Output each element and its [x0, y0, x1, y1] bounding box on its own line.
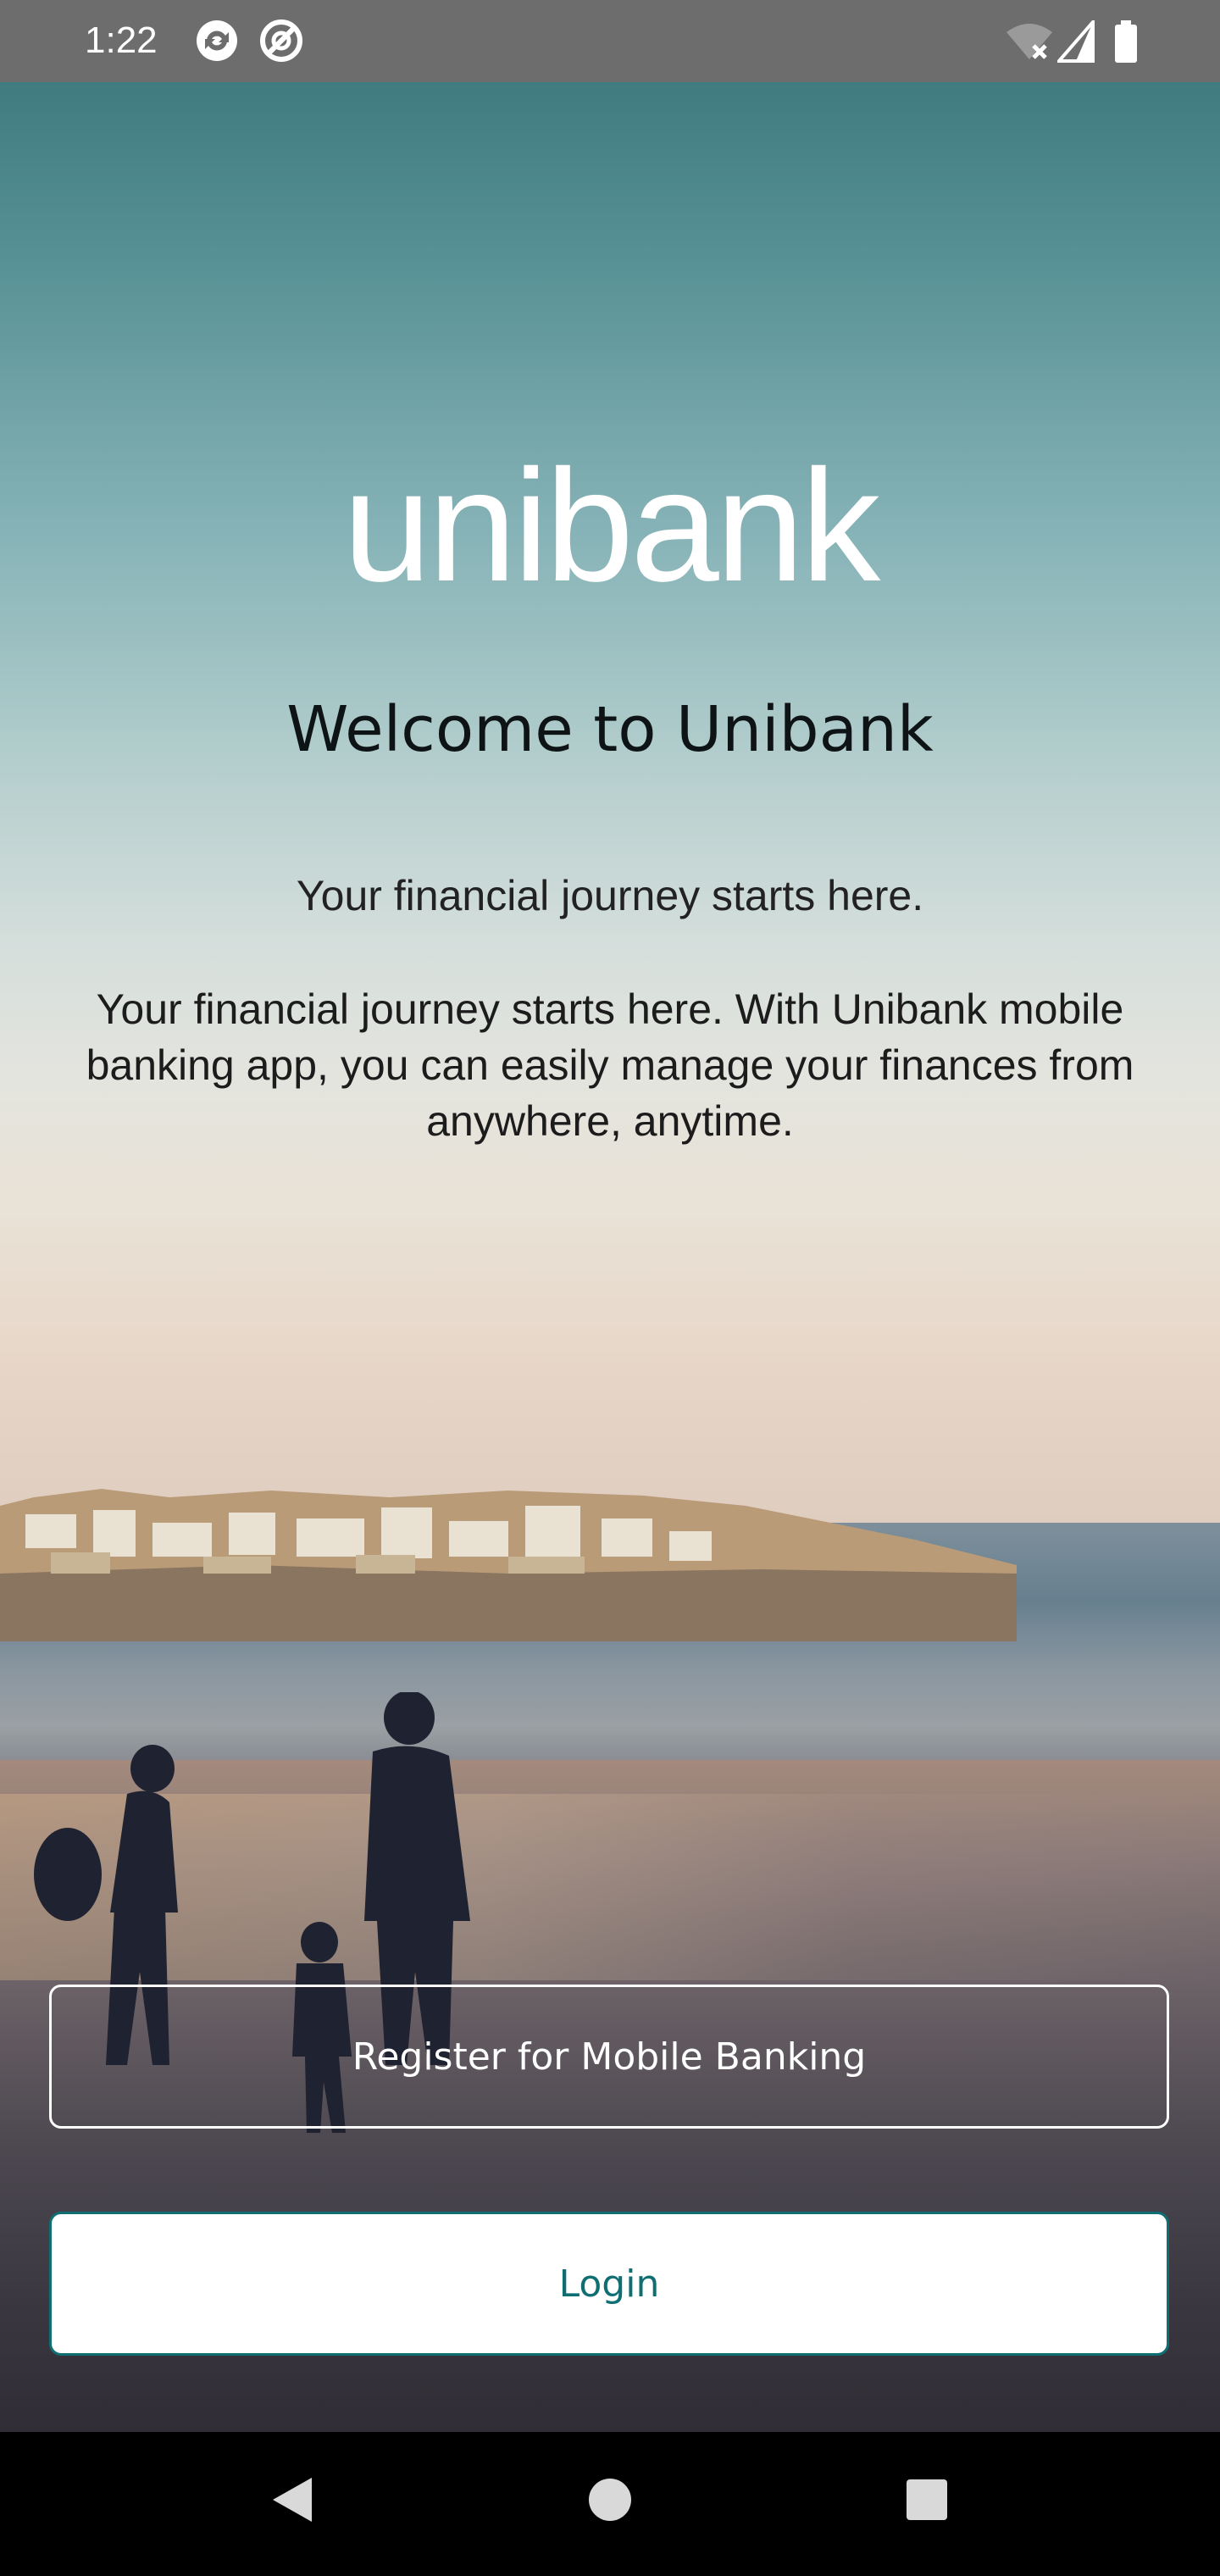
sync-icon	[197, 20, 237, 61]
wifi-off-icon	[1006, 24, 1052, 59]
battery-icon	[1115, 20, 1137, 63]
family-silhouette-image	[34, 1692, 470, 2133]
register-button[interactable]: Register for Mobile Banking	[49, 1985, 1169, 2129]
signal-icon	[1057, 20, 1095, 63]
welcome-title: Welcome to Unibank	[286, 693, 934, 766]
login-button-label: Login	[558, 2262, 660, 2306]
status-time: 1:22	[85, 19, 158, 61]
hero-background: unibank Welcome to Unibank Your financia…	[0, 82, 1220, 2432]
login-button[interactable]: Login	[49, 2212, 1169, 2356]
back-icon[interactable]	[268, 2474, 315, 2525]
status-bar: 1:22	[0, 0, 1220, 82]
welcome-description: Your financial journey starts here. With…	[86, 985, 1134, 1145]
register-button-label: Register for Mobile Banking	[352, 2035, 867, 2079]
recents-icon[interactable]	[903, 2474, 951, 2525]
home-icon[interactable]	[586, 2474, 634, 2525]
coastal-town-image	[0, 1489, 1017, 1641]
system-nav-bar	[0, 2432, 1220, 2576]
welcome-subtitle: Your financial journey starts here.	[296, 872, 924, 919]
do-not-disturb-icon	[260, 19, 302, 62]
unibank-logo: unibank	[342, 436, 881, 614]
